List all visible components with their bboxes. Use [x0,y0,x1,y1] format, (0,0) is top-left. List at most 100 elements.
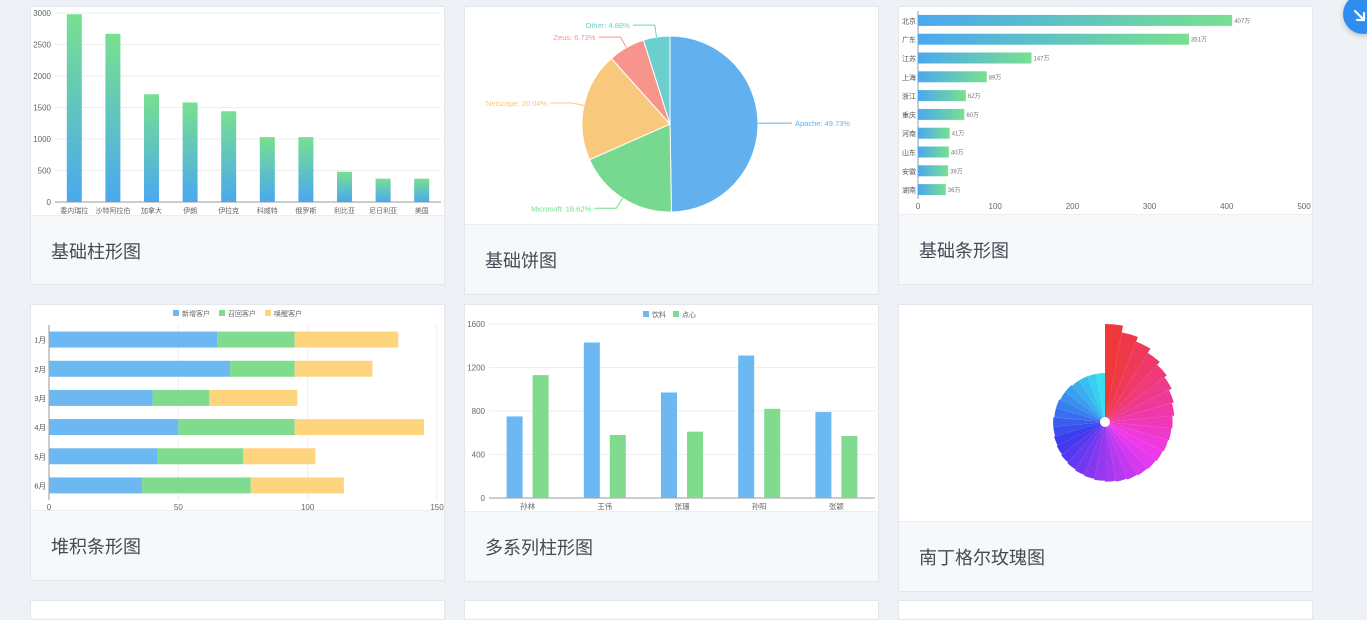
chart-card-partial[interactable] [30,600,445,620]
card-caption: 基础饼图 [465,224,878,294]
bar [815,412,831,498]
bar-segment [49,390,152,406]
y-tick-label: 浙江 [902,92,916,101]
bar [67,14,82,202]
chart-card-multi-bar[interactable]: 040080012001600饮料点心孙林王伟张珊孙阳张颖 多系列柱形图 [464,304,879,582]
x-tick-label: 300 [1143,202,1157,211]
chart-card-basic-pie[interactable]: Apache: 49.73%Microsoft: 18.62%Netscape:… [464,6,879,295]
card-title: 基础条形图 [919,237,1009,263]
legend-label: 唤醒客户 [274,309,302,318]
bar [610,435,626,498]
x-tick-label: 委内瑞拉 [60,206,88,215]
slice-label: Microsoft: 18.62% [531,204,591,213]
value-label: 60万 [966,112,979,119]
chart-card-partial[interactable] [464,600,879,620]
value-label: 39万 [950,168,963,175]
bar [105,34,120,202]
chart-card-partial[interactable] [898,600,1313,620]
bar-segment [295,419,424,435]
y-tick-label: 0 [47,198,52,207]
x-tick-label: 孙阳 [752,501,767,511]
y-tick-label: 上海 [902,73,916,82]
chart-area: 050100150新增客户召回客户唤醒客户1月2月3月4月5月6月 [31,305,444,513]
chart-card-rose[interactable]: 南丁格尔玫瑰图 [898,304,1313,592]
y-tick-label: 广东 [902,35,916,44]
value-label: 36万 [948,187,961,194]
y-tick-label: 湖南 [902,186,916,195]
bar [584,342,600,498]
x-tick-label: 张颖 [829,501,844,511]
stacked-hbar-chart: 050100150新增客户召回客户唤醒客户1月2月3月4月5月6月 [31,305,444,513]
card-title: 基础柱形图 [51,238,141,264]
corner-action-button[interactable] [1343,0,1367,34]
bar [376,179,391,202]
legend-swatch [643,311,649,317]
y-tick-label: 0 [481,494,486,503]
y-tick-label: 山东 [902,148,916,157]
bar [221,111,236,202]
basic-pie-chart: Apache: 49.73%Microsoft: 18.62%Netscape:… [465,7,878,227]
slice-label: Other: 4.88% [586,21,631,30]
chart-area: 050010001500200025003000委内瑞拉沙特阿拉伯加拿大伊朗伊拉… [31,7,444,218]
chart-card-basic-hbar[interactable]: 0100200300400500北京407万广东351万江苏147万上海89万浙… [898,6,1313,285]
legend-label: 新增客户 [182,309,210,318]
bar [414,179,429,202]
bar-segment [217,332,295,348]
legend-swatch [265,310,271,316]
x-tick-label: 科威特 [257,206,278,215]
y-tick-label: 500 [38,167,52,176]
x-tick-label: 沙特阿拉伯 [95,206,130,215]
y-tick-label: 3月 [34,394,46,403]
y-tick-label: 2000 [33,72,51,81]
card-title: 堆积条形图 [51,533,141,559]
y-tick-label: 1500 [33,104,51,113]
value-label: 40万 [951,150,964,157]
card-caption: 堆积条形图 [31,510,444,580]
bar [918,90,966,101]
bar-segment [178,419,294,435]
y-tick-label: 3000 [33,9,51,18]
value-label: 41万 [952,131,965,138]
label-line [633,25,657,37]
chart-card-basic-bar[interactable]: 050010001500200025003000委内瑞拉沙特阿拉伯加拿大伊朗伊拉… [30,6,445,285]
multi-bar-chart: 040080012001600饮料点心孙林王伟张珊孙阳张颖 [465,305,878,514]
chart-area: Apache: 49.73%Microsoft: 18.62%Netscape:… [465,7,878,227]
y-tick-label: 4月 [34,423,46,432]
basic-bar-chart: 050010001500200025003000委内瑞拉沙特阿拉伯加拿大伊朗伊拉… [31,7,444,218]
rose-center [1100,417,1110,427]
y-tick-label: 1月 [34,336,46,345]
bar-segment [152,390,209,406]
value-label: 147万 [1033,56,1049,63]
y-tick-label: 6月 [34,481,46,490]
label-line [598,37,626,47]
bar [183,102,198,202]
legend-label: 召回客户 [228,309,256,318]
bar-segment [49,448,158,464]
bar-segment [209,390,297,406]
bar [918,128,950,139]
x-tick-label: 200 [1066,202,1080,211]
y-tick-label: 河南 [902,129,916,138]
bar [687,432,703,498]
bar-segment [49,419,178,435]
pie-slice [670,36,758,212]
legend-swatch [219,310,225,316]
basic-hbar-chart: 0100200300400500北京407万广东351万江苏147万上海89万浙… [899,7,1312,217]
card-caption: 基础柱形图 [31,215,444,284]
x-tick-label: 利比亚 [334,206,355,215]
y-tick-label: 1600 [467,320,485,329]
bar [144,94,159,202]
x-tick-label: 100 [989,202,1003,211]
bar [764,409,780,498]
bar [298,137,313,202]
chart-card-stacked-hbar[interactable]: 050100150新增客户召回客户唤醒客户1月2月3月4月5月6月 堆积条形图 [30,304,445,581]
x-tick-label: 伊拉克 [218,206,239,215]
bar-segment [49,477,142,493]
y-tick-label: 北京 [902,16,916,25]
card-title: 南丁格尔玫瑰图 [919,544,1045,570]
slice-label: Netscape: 20.04% [486,99,548,108]
bar-segment [295,361,373,377]
bar-segment [295,332,398,348]
x-tick-label: 尼日利亚 [369,206,397,215]
chart-area: 040080012001600饮料点心孙林王伟张珊孙阳张颖 [465,305,878,514]
